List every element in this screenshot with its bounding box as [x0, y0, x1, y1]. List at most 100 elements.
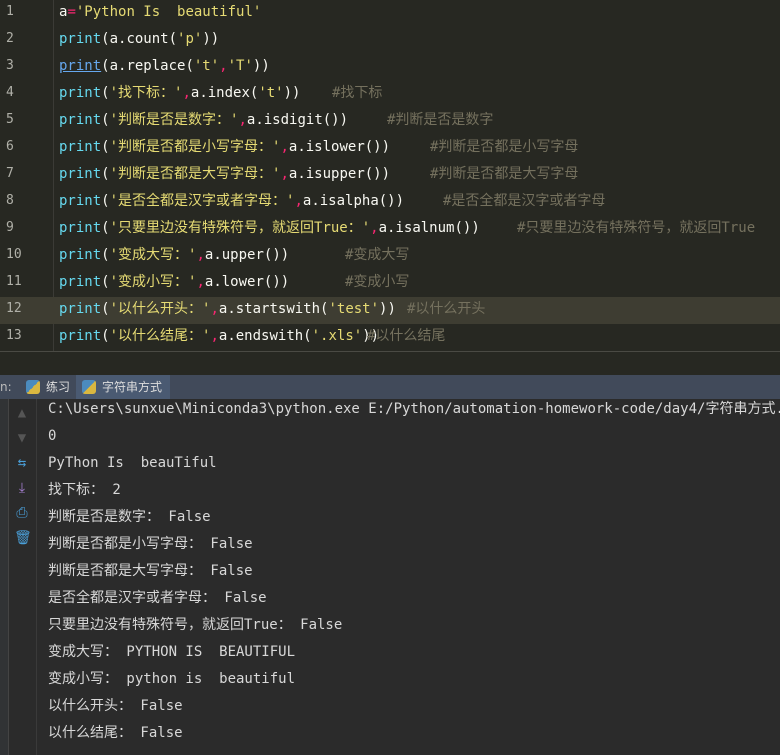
- code-editor[interactable]: 1 a='Python Is beautiful' 2 print(a.count('…: [0, 0, 780, 351]
- code-line[interactable]: 8 print('是否全都是汉字或者字母：',a.isalpha()) #是否全都是…: [0, 189, 780, 216]
- side-strip: [0, 399, 9, 755]
- code-line[interactable]: 4 print('找下标：',a.index('t')) #找下标: [0, 81, 780, 108]
- code-comment: #变成小写: [345, 274, 410, 290]
- code-line[interactable]: 6 print('判断是否都是小写字母：',a.islower()) #判断是否都是…: [0, 135, 780, 162]
- code-comment: #以什么结尾: [367, 328, 446, 344]
- console-line: 判断是否都是大写字母： False: [48, 563, 253, 579]
- down-arrow-icon[interactable]: ▼: [14, 430, 30, 446]
- code-token: ,: [238, 112, 247, 128]
- console-line: 以什么结尾： False: [48, 725, 183, 741]
- code-token: a.startswith(: [218, 301, 329, 317]
- code-line[interactable]: 11 print('变成小写：',a.lower()) #变成小写: [0, 270, 780, 297]
- code-token: a.isupper()): [288, 166, 391, 182]
- line-number: 13: [6, 328, 22, 343]
- scroll-to-end-icon[interactable]: ⤓: [14, 480, 30, 496]
- code-line[interactable]: 9 print('只要里边没有特殊符号，就返回True：',a.isalnum()…: [0, 216, 780, 243]
- code-text: print('以什么开头：',a.startswith('test')): [59, 297, 396, 321]
- code-comment: #变成大写: [345, 247, 410, 263]
- divider: [0, 351, 780, 352]
- code-token: (: [101, 85, 110, 101]
- console-line: PyThon Is beauTiful: [48, 455, 217, 471]
- code-token: (: [101, 274, 110, 290]
- code-line[interactable]: 5 print('判断是否是数字：',a.isdigit()) #判断是否是数字: [0, 108, 780, 135]
- code-text: print('变成小写：',a.lower()): [59, 270, 289, 294]
- code-text: print('以什么结尾：',a.endswith('.xls')): [59, 324, 379, 348]
- code-comment: #判断是否都是大写字母: [430, 166, 579, 182]
- python-icon: [26, 380, 40, 394]
- code-comment: #判断是否是数字: [387, 112, 494, 128]
- code-line[interactable]: 1 a='Python Is beautiful': [0, 0, 780, 27]
- line-number: 1: [6, 4, 14, 19]
- code-token: ,: [219, 58, 228, 74]
- code-token: )): [283, 85, 301, 101]
- console-line: 只要里边没有特殊符号，就返回True： False: [48, 617, 343, 633]
- code-text: print('是否全都是汉字或者字母：',a.isalpha()): [59, 189, 404, 213]
- code-token: print: [59, 58, 102, 74]
- code-token: (: [101, 112, 110, 128]
- soft-wrap-icon[interactable]: ⇆: [14, 455, 30, 471]
- code-token: a.upper()): [204, 247, 290, 263]
- code-line[interactable]: 12 print('以什么开头：',a.startswith('test')) #以…: [0, 297, 780, 324]
- tab-string-methods[interactable]: 字符串方式: [76, 375, 171, 399]
- code-text: a='Python Is beautiful': [59, 0, 261, 24]
- code-token: ,: [196, 274, 205, 290]
- code-token: '是否全都是汉字或者字母：': [109, 193, 295, 209]
- line-number: 11: [6, 274, 22, 289]
- code-token: (: [101, 220, 110, 236]
- code-token: ,: [370, 220, 379, 236]
- code-comment: #以什么开头: [407, 301, 486, 317]
- code-token: 'p': [177, 31, 203, 47]
- code-token: 'Python Is beautiful': [75, 4, 262, 20]
- code-line[interactable]: 13 print('以什么结尾：',a.endswith('.xls')) #以什么…: [0, 324, 780, 351]
- code-token: print: [59, 85, 102, 101]
- code-text: print('变成大写：',a.upper()): [59, 243, 289, 267]
- code-token: 't': [258, 85, 284, 101]
- trash-icon[interactable]: 🗑: [14, 530, 32, 546]
- code-comment: #只要里边没有特殊符号，就返回True: [517, 220, 756, 236]
- code-token: print: [59, 112, 102, 128]
- tab-lianxi[interactable]: 练习: [20, 375, 78, 399]
- code-line[interactable]: 3 print(a.replace('t','T')): [0, 54, 780, 81]
- code-text: print('判断是否都是小写字母：',a.islower()): [59, 135, 390, 159]
- line-number: 3: [6, 58, 14, 73]
- line-number: 12: [6, 301, 22, 316]
- code-token: (a.replace(: [101, 58, 194, 74]
- code-text: print(a.replace('t','T')): [59, 54, 270, 78]
- code-line[interactable]: 10 print('变成大写：',a.upper()) #变成大写: [0, 243, 780, 270]
- code-token: a.lower()): [204, 274, 290, 290]
- code-token: print: [59, 139, 102, 155]
- code-token: print: [59, 31, 102, 47]
- console-output[interactable]: ▲ ▼ ⇆ ⤓ ⎙ 🗑 C:\Users\sunxue\Miniconda3\p…: [0, 399, 780, 755]
- print-icon[interactable]: ⎙: [14, 505, 30, 521]
- run-tab-bar: n: 练习 字符串方式: [0, 375, 780, 399]
- code-token: print: [59, 274, 102, 290]
- code-token: (: [101, 166, 110, 182]
- run-label: n:: [0, 380, 12, 394]
- console-line: 变成小写： python is beautiful: [48, 671, 296, 687]
- code-token: '以什么结尾：': [109, 328, 211, 344]
- code-line[interactable]: 2 print(a.count('p')): [0, 27, 780, 54]
- code-token: a.index(: [190, 85, 259, 101]
- console-toolbar: ▲ ▼ ⇆ ⤓ ⎙ 🗑: [9, 399, 37, 755]
- code-token: ,: [280, 139, 289, 155]
- code-token: )): [252, 58, 270, 74]
- code-token: print: [59, 328, 102, 344]
- code-token: '只要里边没有特殊符号，就返回True：': [109, 220, 371, 236]
- code-token: (: [101, 247, 110, 263]
- code-line[interactable]: 7 print('判断是否都是大写字母：',a.isupper()) #判断是否都是…: [0, 162, 780, 189]
- line-number: 10: [6, 247, 22, 262]
- code-token: =: [67, 4, 76, 20]
- console-line: 是否全都是汉字或者字母： False: [48, 590, 267, 606]
- code-token: 'T': [227, 58, 253, 74]
- line-number: 6: [6, 139, 14, 154]
- line-number: 5: [6, 112, 14, 127]
- code-token: '变成小写：': [109, 274, 197, 290]
- code-token: ,: [182, 85, 191, 101]
- console-line: 0: [48, 428, 57, 444]
- code-token: '判断是否是数字：': [109, 112, 239, 128]
- code-text: print('判断是否是数字：',a.isdigit()): [59, 108, 348, 132]
- code-text: print('只要里边没有特殊符号，就返回True：',a.isalnum()): [59, 216, 480, 240]
- code-token: '判断是否都是小写字母：': [109, 139, 281, 155]
- up-arrow-icon[interactable]: ▲: [14, 405, 30, 421]
- line-number: 8: [6, 193, 14, 208]
